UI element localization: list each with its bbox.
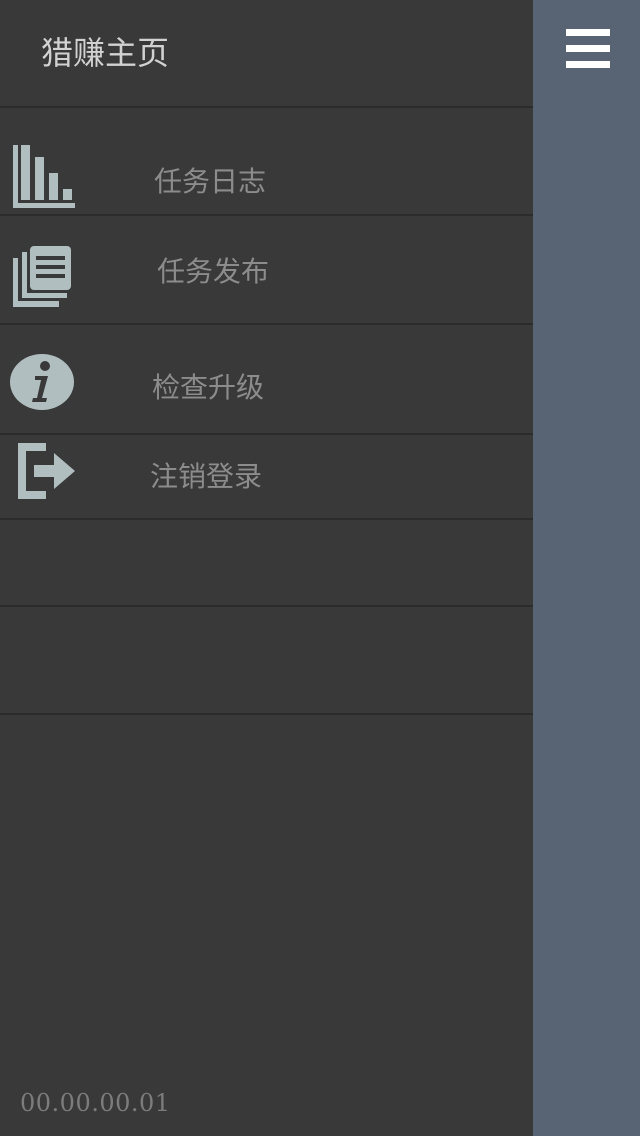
- hamburger-menu-icon[interactable]: [566, 29, 610, 69]
- menu-item-label: 任务发布: [157, 255, 270, 288]
- menu-item-label: 任务日志: [154, 165, 267, 198]
- menu-item-check-update[interactable]: 检查升级: [0, 325, 533, 433]
- page-title[interactable]: 猎赚主页: [41, 28, 169, 74]
- version-label: 00.00.00.01: [20, 1089, 171, 1117]
- info-icon: [10, 354, 74, 410]
- main-content-panel[interactable]: [533, 0, 640, 1136]
- menu-item-task-log[interactable]: 任务日志: [0, 108, 533, 214]
- menu-item-label: 注销登录: [150, 460, 263, 493]
- navigation-drawer: 猎赚主页 任务日志 任务发布 检查升级 注销登录 00.00.00.01: [0, 0, 533, 1136]
- menu-divider: [0, 713, 533, 715]
- menu-item-logout[interactable]: 注销登录: [0, 435, 533, 519]
- logout-icon: [18, 443, 75, 499]
- menu-item-label: 检查升级: [152, 371, 265, 404]
- empty-menu-row: [0, 520, 533, 605]
- bar-chart-icon: [13, 145, 75, 208]
- menu-item-task-publish[interactable]: 任务发布: [0, 216, 533, 323]
- documents-icon: [13, 246, 71, 307]
- empty-menu-row: [0, 607, 533, 713]
